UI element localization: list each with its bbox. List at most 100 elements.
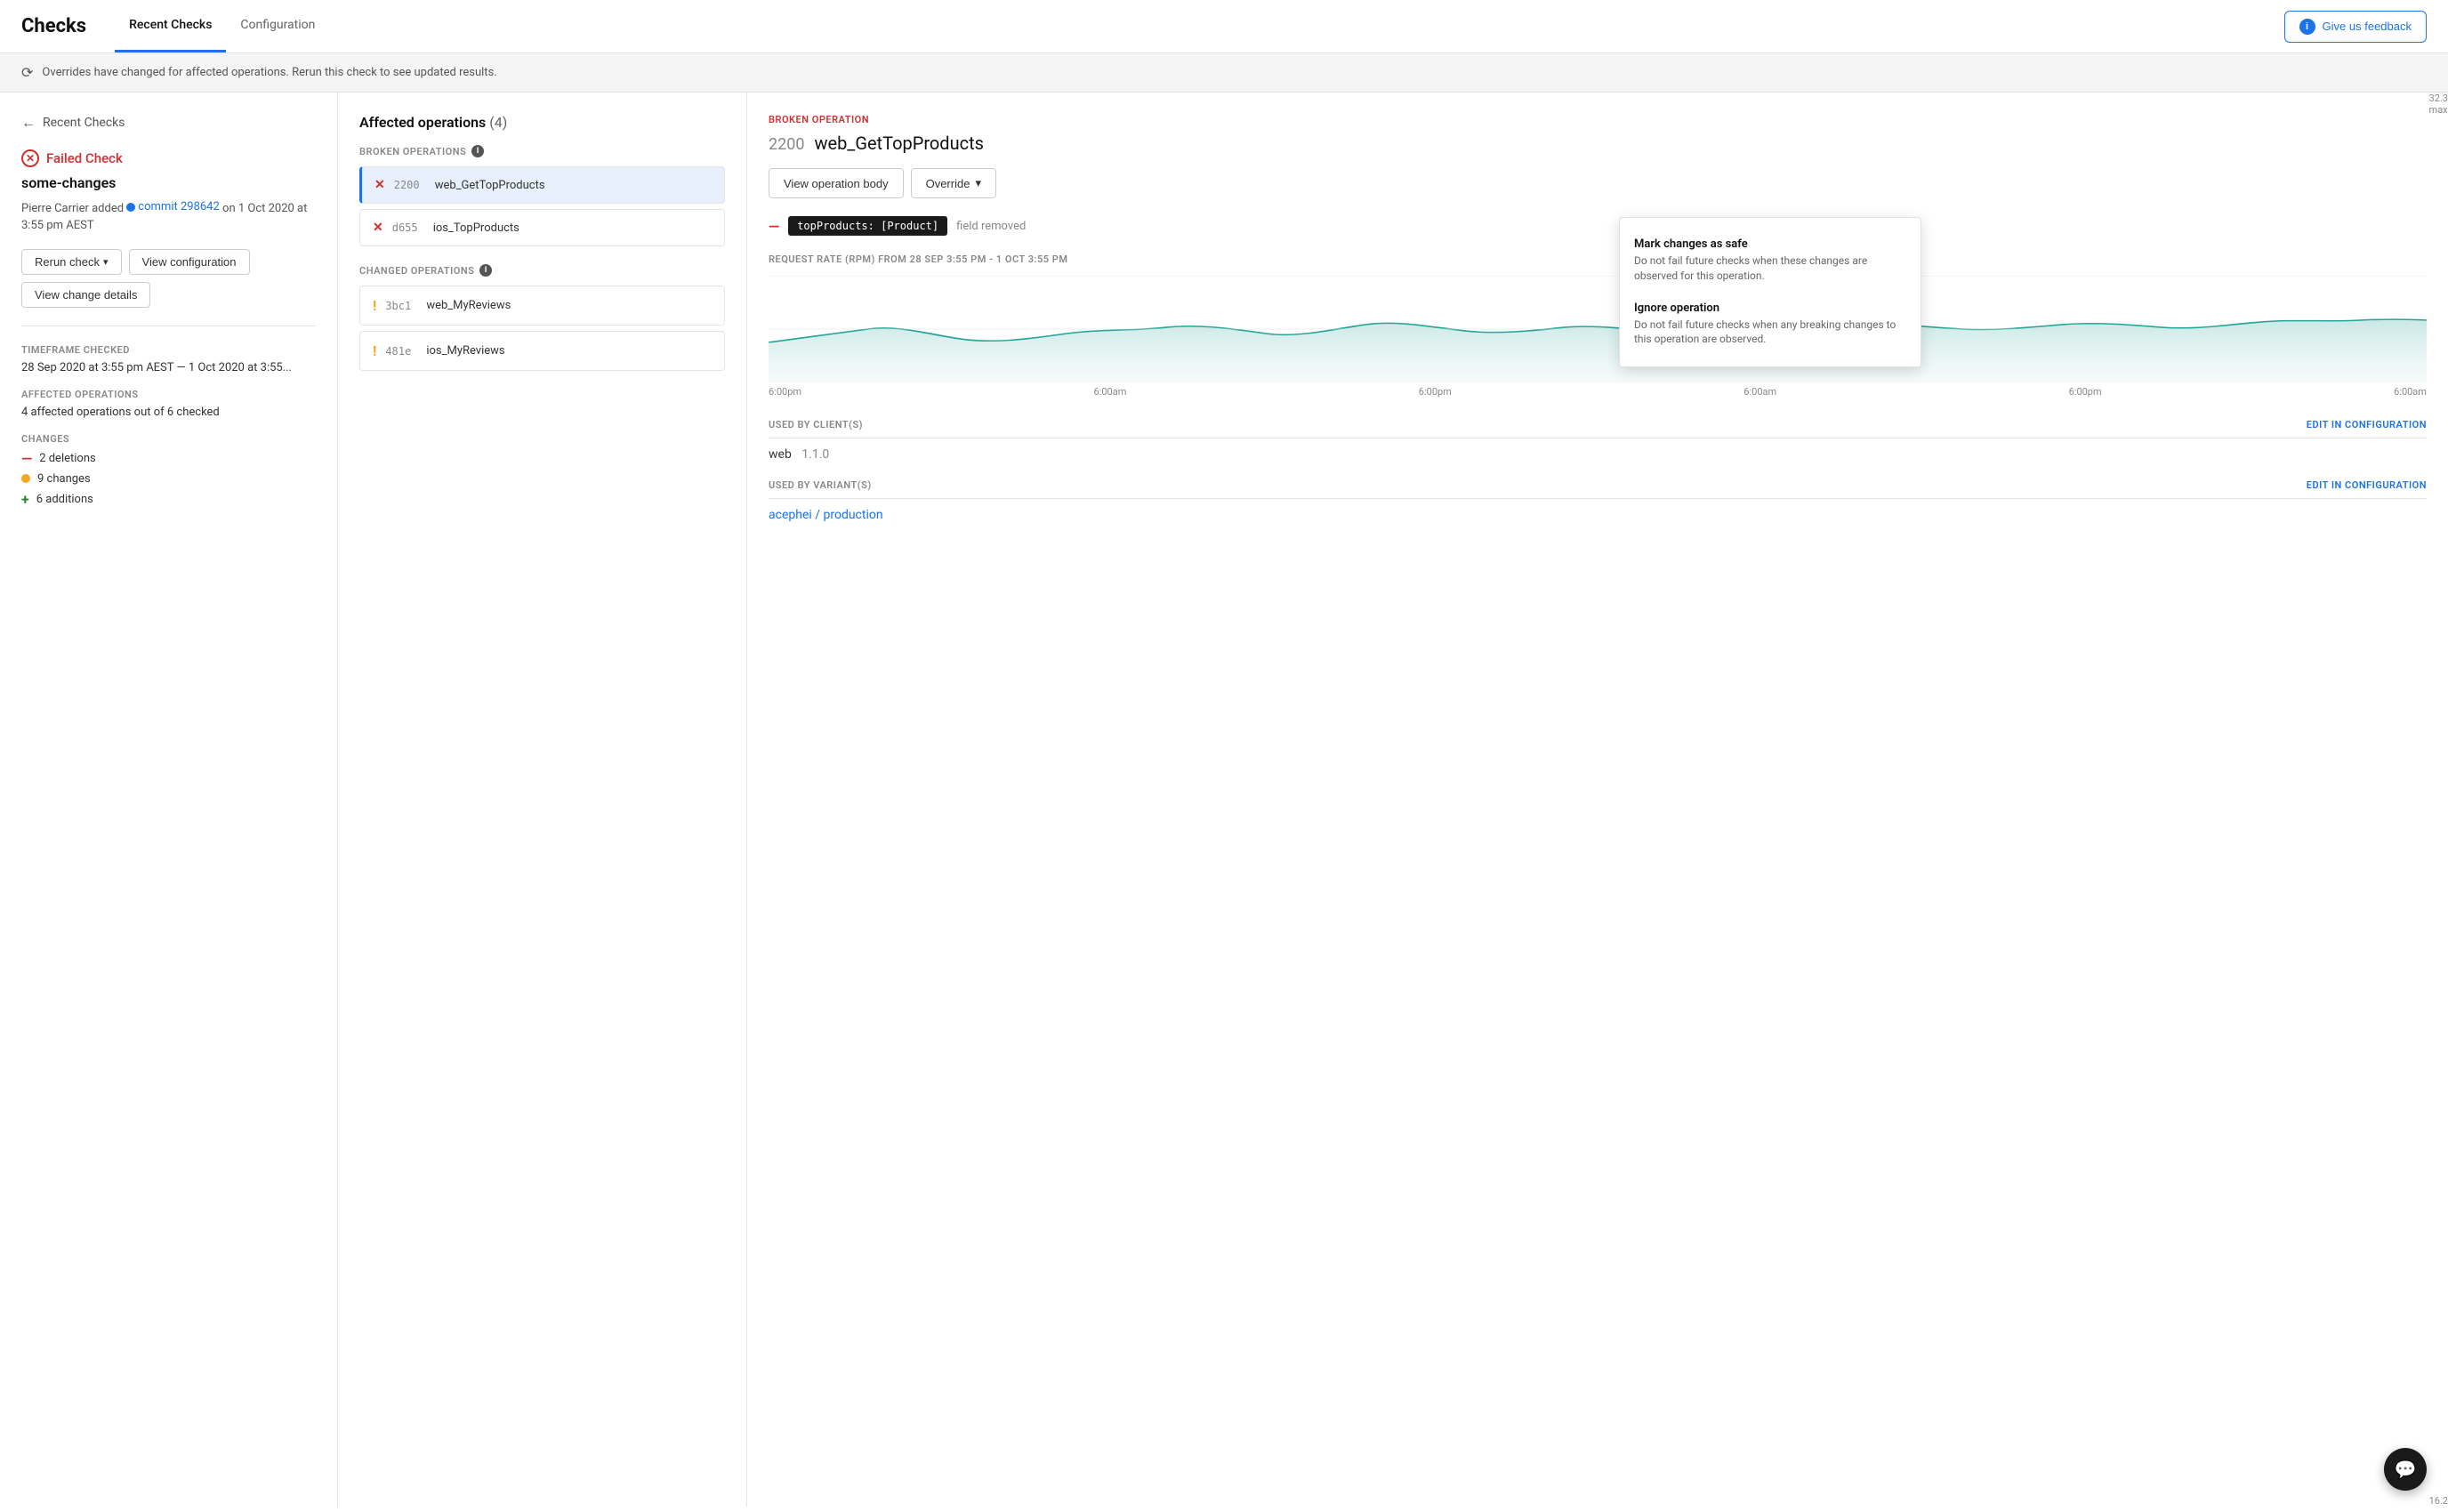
action-buttons: Rerun check ▾ View configuration (21, 249, 316, 275)
page-title: Checks (21, 15, 86, 37)
client-version: 1.1.0 (801, 447, 829, 462)
x-label-0: 6:00pm (769, 386, 801, 398)
back-button[interactable]: ← Recent Checks (21, 114, 316, 132)
content-area: Affected operations (4) BROKEN OPERATION… (338, 92, 2448, 1507)
used-by-variants-label: USED BY VARIANT(S) (769, 479, 872, 491)
chart-y-labels: 32.3 max 16.2 (2422, 92, 2448, 1507)
x-label-2: 6:00pm (1419, 386, 1452, 398)
ignore-op-desc: Do not fail future checks when any break… (1634, 318, 1906, 348)
change-details-row: View change details (21, 282, 316, 308)
info-icon: i (2299, 19, 2315, 35)
broken-x-icon-2: ✕ (373, 221, 383, 235)
op-item-web-get-top-products[interactable]: ✕ 2200 web_GetTopProducts (359, 166, 725, 204)
chevron-icon: ▾ (975, 176, 981, 190)
broken-op-label: BROKEN OPERATION (769, 114, 2427, 125)
chart-max-label: 32.3 max (2429, 92, 2448, 116)
feedback-label: Give us feedback (2323, 20, 2412, 33)
used-by-clients-label: USED BY CLIENT(S) (769, 419, 863, 430)
request-rate-chart-section: REQUEST RATE (RPM) FROM 28 SEP 3:55 PM -… (769, 253, 2427, 398)
op-item-ios-my-reviews[interactable]: ! 481e ios_MyReviews (359, 331, 725, 371)
chat-icon: 💬 (2395, 1459, 2417, 1480)
notification-banner: ⟳ Overrides have changed for affected op… (0, 53, 2448, 92)
changes-list: — 2 deletions 9 changes + 6 additions (21, 450, 316, 508)
commit-dot-icon (126, 203, 135, 212)
view-operation-body-button[interactable]: View operation body (769, 168, 904, 198)
op-name-4: ios_MyReviews (426, 344, 504, 358)
main-layout: ← Recent Checks ✕ Failed Check some-chan… (0, 92, 2448, 1507)
broken-ops-info-icon[interactable]: i (471, 145, 484, 157)
changes-label: CHANGES (21, 433, 316, 445)
chart-svg (769, 276, 2427, 382)
affected-ops-value: 4 affected operations out of 6 checked (21, 406, 316, 419)
x-label-4: 6:00pm (2069, 386, 2102, 398)
override-button[interactable]: Override ▾ (911, 168, 996, 198)
rerun-check-button[interactable]: Rerun check ▾ (21, 249, 122, 275)
mark-safe-desc: Do not fail future checks when these cha… (1634, 253, 1906, 284)
refresh-icon: ⟳ (21, 64, 33, 81)
field-removed-row: — topProducts: [Product] field removed (769, 216, 2427, 236)
op-hash-3: 3bc1 (385, 300, 417, 312)
change-deletions: — 2 deletions (21, 450, 316, 467)
tab-recent-checks[interactable]: Recent Checks (115, 0, 226, 52)
broken-x-icon: ✕ (374, 178, 385, 192)
warn-icon: ! (373, 297, 376, 314)
failed-check-label: Failed Check (46, 150, 123, 166)
variant-link[interactable]: acephei / production (769, 508, 883, 522)
ops-count: (4) (489, 114, 507, 131)
warn-icon-2: ! (373, 342, 376, 359)
modifications-text: 9 changes (37, 472, 91, 486)
ignore-op-title: Ignore operation (1634, 302, 1906, 315)
additions-text: 6 additions (36, 493, 93, 506)
detail-hash: 2200 (769, 135, 804, 154)
commit-link[interactable]: commit 298642 (126, 198, 220, 216)
detail-title: 2200 web_GetTopProducts (769, 133, 2427, 154)
changed-ops-section: CHANGED OPERATIONS i ! 3bc1 web_MyReview… (359, 264, 725, 371)
mark-safe-title: Mark changes as safe (1634, 237, 1906, 251)
failed-check-indicator: ✕ Failed Check (21, 149, 316, 167)
chevron-down-icon: ▾ (103, 256, 109, 268)
op-name-2: ios_TopProducts (433, 221, 519, 235)
broken-ops-label: BROKEN OPERATIONS i (359, 145, 725, 157)
changed-ops-label: CHANGED OPERATIONS i (359, 264, 725, 277)
op-hash-4: 481e (385, 345, 417, 358)
x-label-3: 6:00am (1743, 386, 1776, 398)
tab-configuration[interactable]: Configuration (226, 0, 329, 52)
check-meta-prefix: Pierre Carrier added (21, 202, 124, 215)
change-modifications: 9 changes (21, 472, 316, 486)
field-removed-dash-icon: — (769, 218, 779, 235)
field-removed-text: field removed (956, 220, 1026, 233)
op-item-ios-top-products[interactable]: ✕ d655 ios_TopProducts (359, 209, 725, 246)
edit-in-configuration-link-2[interactable]: EDIT IN CONFIGURATION (2307, 479, 2427, 491)
sidebar: ← Recent Checks ✕ Failed Check some-chan… (0, 92, 338, 1507)
op-item-web-my-reviews[interactable]: ! 3bc1 web_MyReviews (359, 286, 725, 326)
ignore-operation-option[interactable]: Ignore operation Do not fail future chec… (1620, 293, 1921, 357)
x-label-1: 6:00am (1094, 386, 1127, 398)
chart-label: REQUEST RATE (RPM) FROM 28 SEP 3:55 PM -… (769, 253, 2427, 265)
chat-button[interactable]: 💬 (2384, 1448, 2427, 1491)
nav-tabs: Recent Checks Configuration (115, 0, 329, 52)
rerun-label: Rerun check (35, 255, 100, 269)
edit-in-configuration-link[interactable]: EDIT IN CONFIGURATION (2307, 419, 2427, 430)
view-configuration-button[interactable]: View configuration (129, 249, 250, 275)
operations-panel: Affected operations (4) BROKEN OPERATION… (338, 92, 747, 1507)
back-arrow-icon: ← (21, 114, 36, 132)
check-meta: Pierre Carrier added commit 298642 on 1 … (21, 198, 316, 235)
ops-title: Affected operations (4) (359, 114, 725, 131)
mark-safe-option[interactable]: Mark changes as safe Do not fail future … (1620, 229, 1921, 293)
changed-ops-info-icon[interactable]: i (479, 264, 492, 277)
variant-value: acephei / production (769, 508, 2427, 522)
field-removed-tag: topProducts: [Product] (788, 216, 947, 236)
op-hash-2: d655 (392, 221, 424, 234)
used-by-variants-section: USED BY VARIANT(S) EDIT IN CONFIGURATION… (769, 479, 2427, 522)
detail-actions: View operation body Override ▾ (769, 168, 2427, 198)
detail-op-name: web_GetTopProducts (814, 133, 984, 154)
client-name: web (769, 447, 792, 462)
chart-wrapper: 32.3 max 16.2 (769, 276, 2427, 382)
feedback-button[interactable]: i Give us feedback (2284, 11, 2427, 43)
override-label: Override (926, 177, 970, 190)
op-name: web_GetTopProducts (435, 179, 545, 192)
view-change-details-button[interactable]: View change details (21, 282, 150, 308)
check-name: some-changes (21, 174, 316, 191)
deletions-text: 2 deletions (39, 452, 96, 465)
commit-label: commit 298642 (138, 198, 220, 216)
